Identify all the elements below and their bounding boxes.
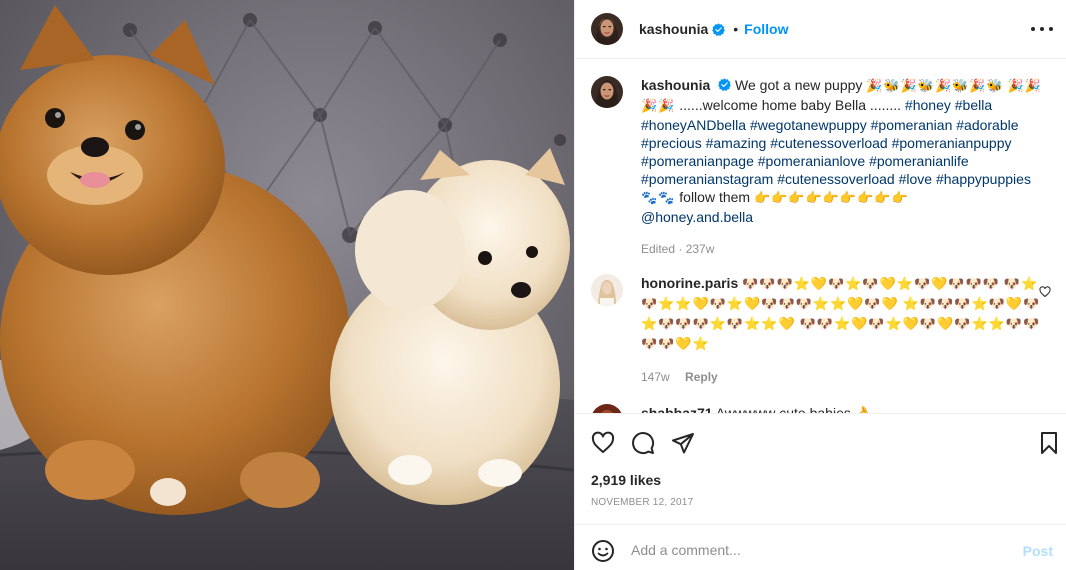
hashtag-link[interactable]: #wegotanewpuppy: [750, 117, 867, 133]
comment-body: Awwwww cute babies 👌: [715, 405, 873, 414]
caption-text-2: ......welcome home baby Bella ........: [679, 97, 902, 113]
post-header: kashounia • Follow: [575, 0, 1066, 59]
post-date: NOVEMBER 12, 2017: [591, 497, 694, 508]
caption-avatar[interactable]: [591, 76, 623, 108]
pointer-emoji: 👉👉👉👉👉👉👉👉👉: [753, 191, 909, 206]
caption-text-1: We got a new puppy: [735, 77, 863, 93]
hashtag-link[interactable]: #honeyANDbella: [641, 117, 746, 133]
caption-emoji-1: 🎉🐝🎉🐝🎉🐝🎉🐝: [866, 79, 1004, 94]
pomeranian-photo: [0, 0, 574, 570]
hashtag-link[interactable]: #pomeranianlife: [869, 153, 969, 169]
hashtag-link[interactable]: #precious: [641, 135, 702, 151]
hashtag-link[interactable]: #happypuppies: [936, 171, 1031, 187]
heart-icon[interactable]: [591, 431, 615, 455]
verified-badge-icon: [712, 22, 726, 36]
hashtag-link[interactable]: #pomeranian: [871, 117, 953, 133]
add-comment-bar: Post: [575, 524, 1066, 570]
caption-meta: Edited · 237w: [641, 242, 1051, 256]
author-avatar[interactable]: [591, 13, 623, 45]
add-comment-input[interactable]: [631, 537, 1011, 563]
hashtag-link[interactable]: #amazing: [706, 135, 767, 151]
comment-text: honorine.paris 🐶🐶🐶⭐💛🐶⭐🐶💛⭐🐶💛🐶🐶🐶 🐶⭐🐶⭐⭐💛🐶⭐💛…: [641, 274, 1046, 354]
comment-like-heart-icon[interactable]: [1039, 286, 1051, 298]
comment-emoji-line-1: 🐶🐶🐶⭐💛🐶⭐🐶💛⭐🐶💛🐶🐶🐶: [742, 277, 1000, 292]
commenter-username[interactable]: shabbaz71: [641, 405, 713, 413]
hashtag-link[interactable]: #adorable: [956, 117, 1018, 133]
paw-emoji: 🐾🐾: [641, 191, 676, 206]
hashtag-link[interactable]: #pomeranianlove: [758, 153, 865, 169]
bookmark-icon[interactable]: [1037, 431, 1061, 455]
hashtag-link[interactable]: #cutenessoverload: [770, 135, 888, 151]
comment-meta: 147w Reply: [641, 370, 1051, 384]
post-photo[interactable]: [0, 0, 574, 570]
hashtag-link[interactable]: #pomeranianpuppy: [892, 135, 1012, 151]
separator-dot: •: [733, 21, 739, 37]
commenter-avatar[interactable]: [591, 404, 623, 413]
hashtag-link[interactable]: #pomeranianpage: [641, 153, 754, 169]
commenter-username[interactable]: honorine.paris: [641, 275, 738, 291]
caption-comment: kashounia We got a new puppy 🎉🐝🎉🐝🎉🐝🎉🐝 🎉🎉…: [591, 76, 1051, 256]
hashtag-link[interactable]: #pomeranianstagram: [641, 171, 773, 187]
hashtag-link[interactable]: #bella: [955, 97, 992, 113]
paper-plane-icon[interactable]: [671, 431, 695, 455]
reply-button[interactable]: Reply: [685, 370, 718, 384]
action-bar: [575, 415, 1066, 469]
post-comment-button[interactable]: Post: [1023, 543, 1053, 559]
edited-timestamp: Edited · 237w: [641, 242, 715, 256]
commenter-avatar[interactable]: [591, 274, 623, 306]
follow-button[interactable]: Follow: [744, 21, 788, 37]
likes-count[interactable]: 2,919 likes: [591, 472, 661, 488]
comment-age: 147w: [641, 370, 670, 384]
more-options-icon[interactable]: [1031, 19, 1053, 39]
mention-link[interactable]: @honey.and.bella: [641, 209, 753, 225]
post-side-panel: kashounia • Follow kashounia We got a ne…: [574, 0, 1066, 570]
comment-icon[interactable]: [631, 431, 655, 455]
hashtag-link[interactable]: #cutenessoverload: [777, 171, 895, 187]
comment-item: shabbaz71 Awwwww cute babies 👌: [591, 404, 1051, 414]
follow-them-text: follow them: [679, 189, 751, 205]
smiley-icon[interactable]: [591, 539, 615, 563]
caption-username[interactable]: kashounia: [641, 77, 710, 93]
hashtag-link[interactable]: #love: [899, 171, 932, 187]
comment-text: shabbaz71 Awwwww cute babies 👌: [641, 404, 1046, 414]
comments-list[interactable]: kashounia We got a new puppy 🎉🐝🎉🐝🎉🐝🎉🐝 🎉🎉…: [575, 60, 1066, 414]
author-username[interactable]: kashounia: [639, 21, 708, 37]
hashtag-link[interactable]: #honey: [905, 97, 951, 113]
caption-text: kashounia We got a new puppy 🎉🐝🎉🐝🎉🐝🎉🐝 🎉🎉…: [641, 76, 1046, 226]
verified-badge-icon: [718, 78, 731, 91]
comment-item: honorine.paris 🐶🐶🐶⭐💛🐶⭐🐶💛⭐🐶💛🐶🐶🐶 🐶⭐🐶⭐⭐💛🐶⭐💛…: [591, 274, 1051, 384]
